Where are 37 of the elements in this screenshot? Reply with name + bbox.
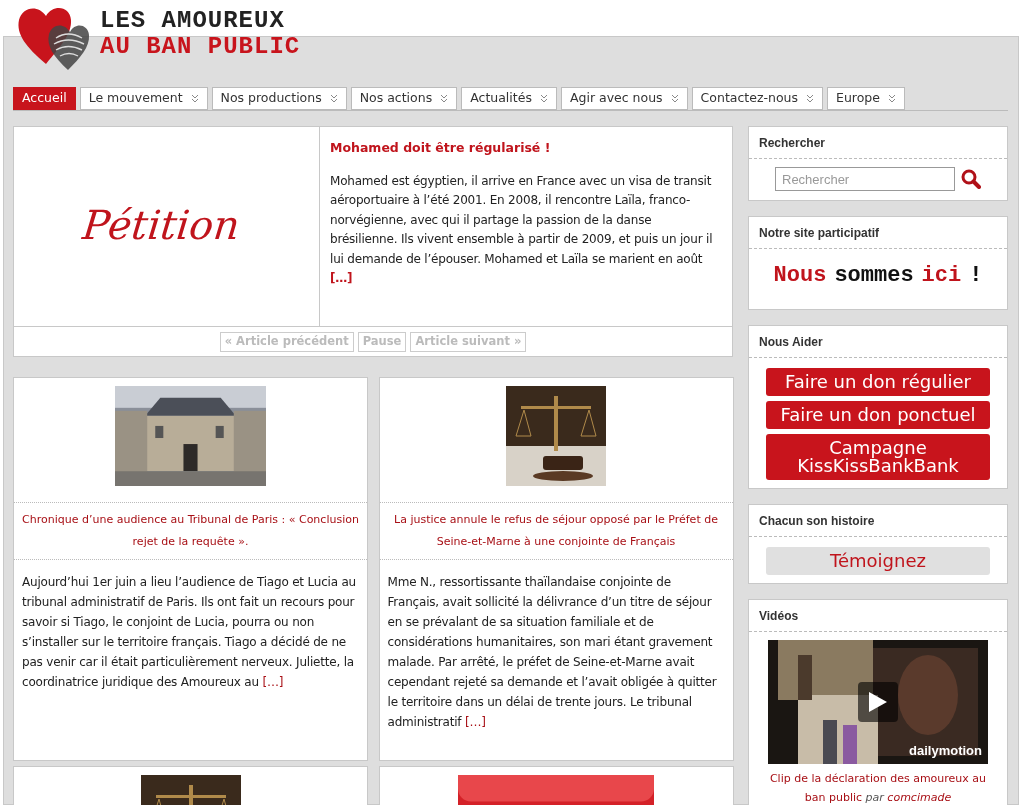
article-title[interactable]: La justice annule le refus de séjour opposé par le Préfet de Seine-et-Marne à une conjointe de Français <box>387 509 725 553</box>
play-icon <box>869 692 887 712</box>
donate-button[interactable]: Témoignez <box>766 547 990 575</box>
read-more-link[interactable]: […] <box>464 715 486 729</box>
video-player[interactable]: dailymotion <box>768 640 988 764</box>
video-caption[interactable]: Clip de la déclaration des amoureux au ban public par comcimade <box>749 764 1007 805</box>
donate-button[interactable]: Campagne KissKissBankBank <box>766 434 990 480</box>
article-title[interactable]: Chronique d’une audience au Tribunal de Paris : « Conclusion rejet de la requête ». <box>22 509 359 553</box>
read-more-link[interactable]: […] <box>330 271 353 286</box>
widget-title: Chacun son histoire <box>759 513 876 530</box>
widget-title: Nous Aider <box>759 334 824 351</box>
site-logo[interactable]: Nous sommes ici ! <box>773 257 983 301</box>
donate-button[interactable]: Faire un don régulier <box>766 368 990 396</box>
article-excerpt: Mme N., ressortissante thaïlandaise conjointe de Français, avait sollicité la délivrance d’un titre de séjour en se prévalant de sa situation familiale et de considérations humanitaires, son mari étant gravement malade. Par arrêté, le préfet de Seine-et-Marne avait cependant rejeté sa demande et l’avait obligée à quitter le territoire dans un délai de trente jours. Le tribunal administratif […] <box>386 574 718 731</box>
nav-tab[interactable]: Europe <box>827 87 905 110</box>
search-icon[interactable] <box>961 169 981 189</box>
nav-tab[interactable]: Actualités <box>461 87 557 110</box>
widget-title: Notre site participatif <box>759 225 881 242</box>
article-title[interactable]: Mohamed doit être régularisé ! <box>330 139 722 158</box>
donate-button[interactable]: Faire un don ponctuel <box>766 401 990 429</box>
nav-tab[interactable]: Agir avec nous <box>560 87 688 110</box>
petition-image-text: Pétition <box>80 200 243 250</box>
search-field[interactable]: Rechercher <box>775 167 955 191</box>
article-excerpt: Aujourd’hui 1er juin a lieu l’audience de Tiago et Lucia au tribunal administratif de Paris. Ils ont fait un recours pour savoir si Tiago, le conjoint de Lucia, pourra ou non s’installer sur le territoire français. Tiago a décidé de ne pas venir car il était particulièrement nerveux. Juliette, la coordinatrice juridique des Amoureux au […] <box>21 574 358 691</box>
widget-title: Rechercher <box>759 135 827 152</box>
nav-tab[interactable]: Nos productions <box>211 87 347 110</box>
video-brand-label: dailymotion <box>909 741 982 760</box>
site-subtitle[interactable]: AU BAN PUBLIC <box>100 34 301 60</box>
site-title[interactable]: LES AMOUREUX <box>100 8 301 34</box>
nav-tab[interactable]: Contactez-nous <box>691 87 823 110</box>
widget-title: Vidéos <box>759 608 800 625</box>
nav-tab[interactable]: Accueil <box>13 87 76 110</box>
play-button[interactable] <box>858 682 898 722</box>
article-excerpt: Mohamed est égyptien, il arrive en France avec un visa de transit aéroportuaire à l’été 2001. En 2008, il rencontre Laïla, franco-norvégienne, avec qui il partage la passion de la danse brésilienne. Ils vivent ensemble à partir de 2009, et puis un jour il lui demande de l’épouser. Mohamed et Laïla se marient en août […] <box>330 172 714 288</box>
read-more-link[interactable]: […] <box>262 675 284 689</box>
nav-tab[interactable]: Nos actions <box>350 87 458 110</box>
nav-tab[interactable]: Le mouvement <box>79 87 208 110</box>
